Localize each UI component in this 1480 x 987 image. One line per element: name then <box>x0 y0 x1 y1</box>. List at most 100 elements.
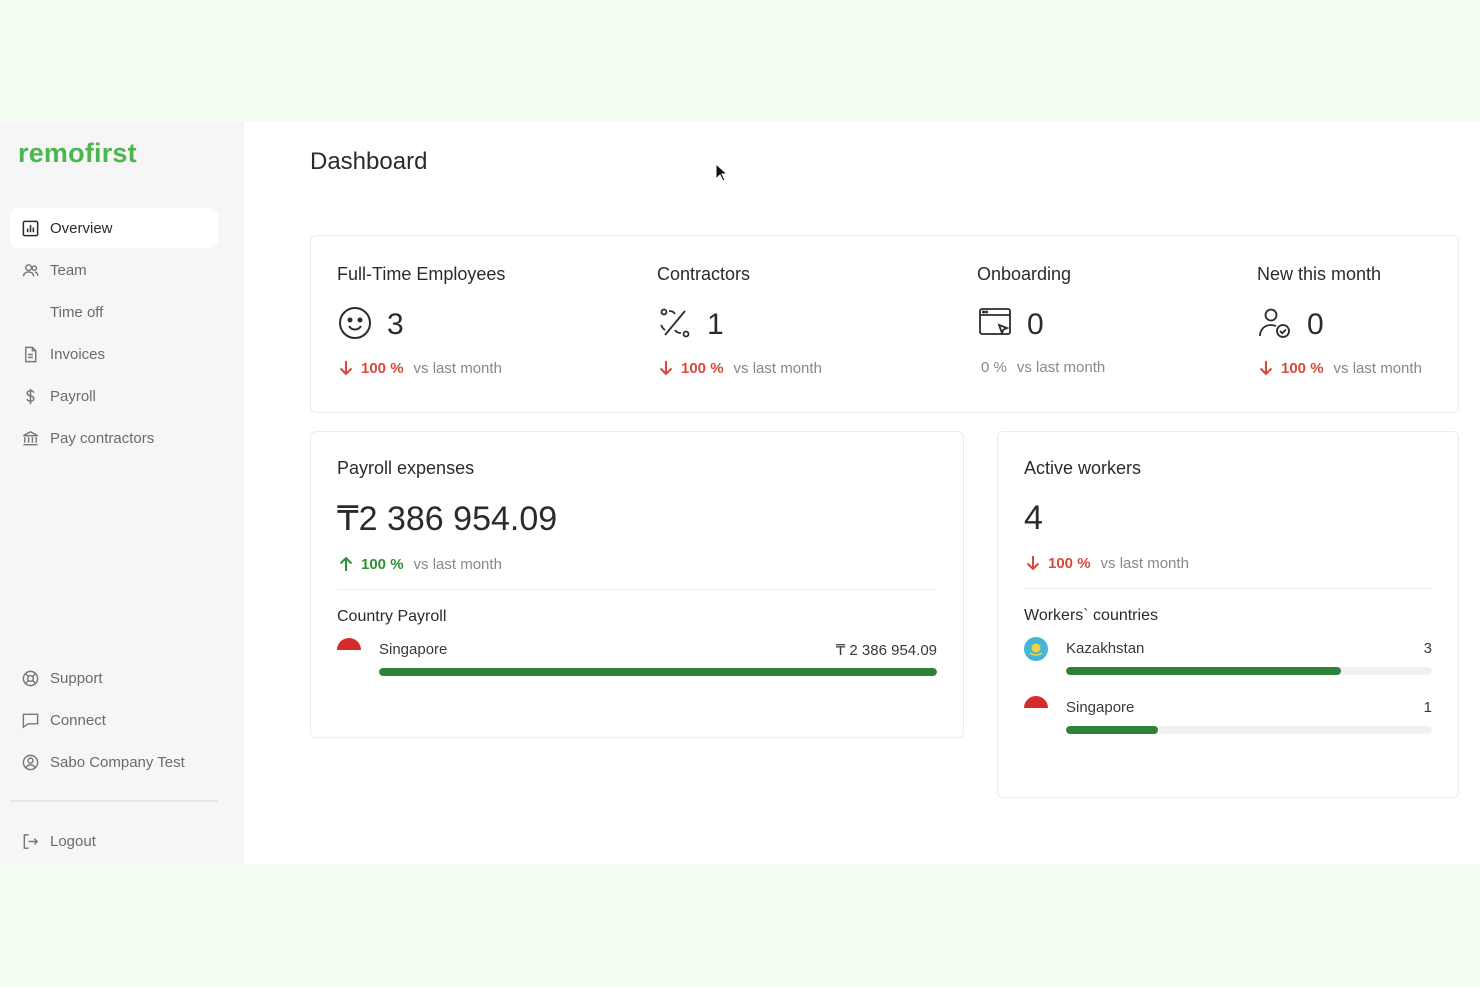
sidebar-item-label: Payroll <box>50 387 96 405</box>
trend-label: vs last month <box>1016 359 1106 376</box>
sidebar-item-overview[interactable]: Overview <box>10 208 218 248</box>
stat-title: Onboarding <box>977 264 1072 284</box>
stat-new-this-month[interactable]: New this month 0 100 % vs last month <box>1257 264 1422 377</box>
arrow-down-icon <box>1259 361 1273 376</box>
main-content: Dashboard Full-Time Employees 3 100 % vs… <box>244 122 1480 864</box>
new-user-icon <box>1257 305 1293 346</box>
logout-section: Logout <box>10 821 218 863</box>
trend-percent: 100 % <box>361 555 404 573</box>
trend-label: vs last month <box>413 555 502 573</box>
bank-icon <box>20 428 40 448</box>
trend-indicator: 0 % vs last month <box>977 359 1105 376</box>
sidebar-item-payroll[interactable]: Payroll <box>10 376 218 416</box>
sidebar-nav: Overview Team Time off Invoices Payroll … <box>10 208 218 460</box>
progress-fill <box>1066 726 1158 734</box>
sidebar-divider <box>10 800 218 802</box>
arrow-down-icon <box>659 361 673 376</box>
sidebar-item-connect[interactable]: Connect <box>10 700 218 740</box>
active-workers-card: Active workers 4 100 % vs last month Wor… <box>997 431 1459 798</box>
payroll-total: ₸2 386 954.09 <box>337 500 558 538</box>
sidebar-item-label: Connect <box>50 711 106 729</box>
sidebar-item-label: Pay contractors <box>50 429 155 447</box>
stat-value: 0 <box>1307 308 1324 341</box>
app-window: remofirst Overview Team Time off Invoice… <box>0 122 1480 864</box>
sidebar-item-pay-contractors[interactable]: Pay contractors <box>10 418 218 458</box>
card-title: Payroll expenses <box>337 458 475 478</box>
stat-contractors[interactable]: Contractors 1 100 % vs last month <box>657 264 822 377</box>
team-icon <box>20 260 40 280</box>
card-title: Active workers <box>1024 458 1142 478</box>
trend-percent: 100 % <box>361 359 404 377</box>
sidebar-item-team[interactable]: Team <box>10 250 218 290</box>
trend-label: vs last month <box>733 359 822 377</box>
arrow-down-icon <box>1026 556 1040 571</box>
progress-bar <box>1066 667 1432 675</box>
progress-fill <box>1066 667 1341 675</box>
logout-button[interactable]: Logout <box>10 821 218 861</box>
section-title: Workers` countries <box>1024 607 1158 624</box>
stat-full-time-employees[interactable]: Full-Time Employees 3 100 % vs last mont… <box>337 264 505 377</box>
trend-percent: 100 % <box>681 359 724 377</box>
trend-label: vs last month <box>1100 554 1189 572</box>
country-count: 3 <box>1423 640 1432 657</box>
divider <box>1024 588 1432 589</box>
arrow-down-icon <box>339 361 353 376</box>
country-amount: ₸ 2 386 954.09 <box>835 642 937 659</box>
support-icon <box>20 668 40 688</box>
page-title: Dashboard <box>310 148 428 175</box>
chat-icon <box>20 710 40 730</box>
mouse-cursor-icon <box>715 163 729 182</box>
sidebar-item-label: Team <box>50 261 87 279</box>
sidebar-item-label: Sabo Company Test <box>50 753 185 771</box>
trend-indicator: 100 % vs last month <box>657 359 822 377</box>
worker-country-row[interactable]: Kazakhstan 3 <box>1024 637 1432 696</box>
sidebar-item-label: Time off <box>50 303 104 321</box>
worker-country-row[interactable]: Singapore 1 <box>1024 696 1432 755</box>
sidebar-item-label: Support <box>50 669 103 687</box>
kazakhstan-flag-icon <box>1024 637 1048 661</box>
sidebar-item-label: Overview <box>50 219 113 237</box>
trend-percent: 0 % <box>981 359 1007 376</box>
sidebar-item-company[interactable]: Sabo Company Test <box>10 742 218 782</box>
sidebar-item-label: Invoices <box>50 345 106 363</box>
stat-title: Full-Time Employees <box>337 264 506 284</box>
divider <box>337 589 937 590</box>
stat-title: New this month <box>1257 264 1382 284</box>
payroll-expenses-card: Payroll expenses ₸2 386 954.09 100 % vs … <box>310 431 964 738</box>
country-name: Singapore <box>379 641 448 658</box>
trend-percent: 100 % <box>1281 359 1324 377</box>
workers-total: 4 <box>1024 499 1043 537</box>
trend-label: vs last month <box>413 359 502 377</box>
onboarding-icon <box>977 305 1013 346</box>
trend-indicator: 100 % vs last month <box>337 359 505 377</box>
sidebar-item-time-off[interactable]: Time off <box>10 292 218 332</box>
trend-indicator: 100 % vs last month <box>337 555 937 573</box>
invoice-icon <box>20 344 40 364</box>
user-circle-icon <box>20 752 40 772</box>
logout-label: Logout <box>50 832 96 850</box>
country-payroll-row[interactable]: Singapore ₸ 2 386 954.09 <box>337 638 937 697</box>
trend-indicator: 100 % vs last month <box>1024 554 1432 572</box>
stats-card: Full-Time Employees 3 100 % vs last mont… <box>310 235 1459 413</box>
stat-title: Contractors <box>657 264 751 284</box>
progress-fill <box>379 668 937 676</box>
contract-icon <box>657 305 693 346</box>
brand-logo[interactable]: remofirst <box>18 138 137 169</box>
singapore-flag-icon <box>1024 696 1048 720</box>
progress-bar <box>1066 726 1432 734</box>
country-name: Kazakhstan <box>1066 640 1145 657</box>
dollar-icon <box>20 386 40 406</box>
trend-percent: 100 % <box>1048 554 1091 572</box>
sidebar: remofirst Overview Team Time off Invoice… <box>0 122 244 864</box>
section-title: Country Payroll <box>337 608 447 625</box>
country-name: Singapore <box>1066 699 1135 716</box>
sidebar-item-invoices[interactable]: Invoices <box>10 334 218 374</box>
stat-onboarding[interactable]: Onboarding 0 0 % vs last month <box>977 264 1105 376</box>
sidebar-item-support[interactable]: Support <box>10 658 218 698</box>
stat-value: 3 <box>387 308 404 341</box>
sidebar-bottom-nav: Support Connect Sabo Company Test <box>10 658 218 784</box>
overview-icon <box>20 218 40 238</box>
singapore-flag-icon <box>337 638 361 662</box>
logout-icon <box>20 831 40 851</box>
stat-value: 0 <box>1027 308 1044 341</box>
